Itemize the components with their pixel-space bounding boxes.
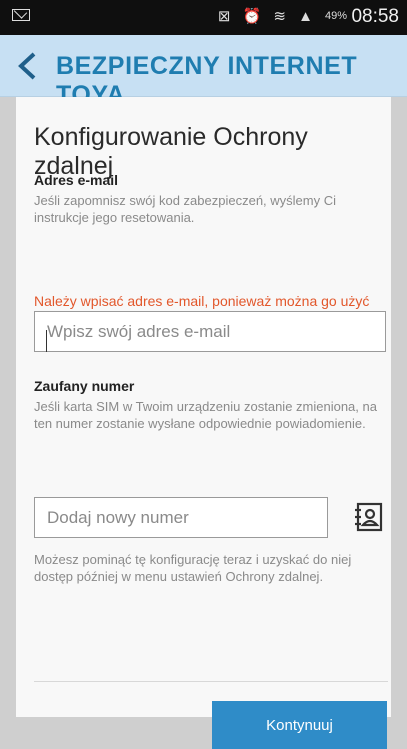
text-caret [46, 330, 47, 352]
status-icons: ⊠ ⏰ ≋ ▲ [217, 8, 317, 25]
trusted-number-description: Jeśli karta SIM w Twoim urządzeniu zosta… [34, 399, 377, 431]
continue-button[interactable]: Kontynuuj [212, 701, 387, 749]
app-bar: BEZPIECZNY INTERNET TOYA [0, 35, 407, 109]
status-bar: ⊠ ⏰ ≋ ▲ 49% 08:58 [0, 0, 407, 35]
trusted-number-label: Zaufany numer [34, 378, 135, 394]
email-label: Adres e-mail [34, 172, 119, 188]
phone-number-field[interactable] [34, 497, 328, 538]
contact-book-icon[interactable] [354, 501, 384, 533]
skip-note: Możesz pominąć tę konfigurację teraz i u… [34, 552, 352, 584]
mail-icon [12, 9, 30, 21]
email-field[interactable] [34, 311, 386, 352]
status-time: 08:58 [351, 6, 399, 27]
chevron-left-icon[interactable] [14, 51, 40, 81]
battery-percent: 49% [324, 10, 347, 22]
divider [34, 681, 388, 682]
setup-card: Konfigurowanie Ochrony zdalnej Adres e-m… [16, 97, 391, 749]
email-description: Jeśli zapomnisz swój kod zabezpieczeń, w… [34, 193, 337, 225]
